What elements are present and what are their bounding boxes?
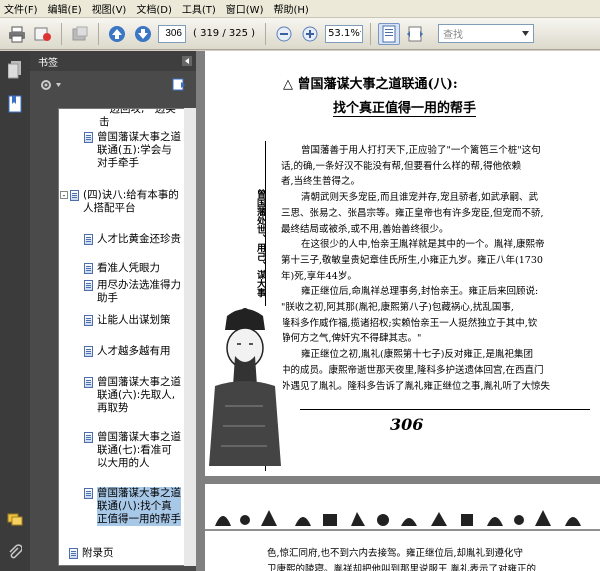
portrait-illustration [205, 306, 283, 466]
fit-width-button[interactable] [404, 23, 426, 45]
menu-view[interactable]: 视图(V) [92, 1, 127, 16]
page-gap [196, 476, 600, 484]
bookmark-icon [84, 432, 93, 443]
bookmark-item[interactable]: - (四)诀八:给有本事的人搭配平台 [60, 189, 179, 215]
expand-bookmark-icon [172, 78, 185, 90]
bookmark-item[interactable]: 曾国藩谋大事之道联通(七):看准可以大用的人 [84, 431, 181, 470]
bookmark-icon [84, 132, 93, 143]
menu-document[interactable]: 文档(D) [136, 1, 172, 16]
zoom-out-button[interactable] [273, 23, 295, 45]
bookmark-item[interactable]: 人才比黄金还珍贵 [84, 233, 181, 246]
collapse-toggle[interactable]: - [60, 191, 68, 200]
bookmark-item[interactable]: 看准人凭眼力 [84, 262, 181, 275]
menu-tools[interactable]: 工具(T) [182, 1, 216, 16]
bookmark-icon [69, 548, 78, 559]
menu-edit[interactable]: 编辑(E) [48, 1, 82, 16]
zoom-out-icon [276, 26, 292, 41]
bookmark-icon [84, 315, 93, 326]
zoom-level-value: 53.1% [328, 28, 360, 39]
prev-page-button[interactable] [106, 23, 128, 45]
gear-icon [41, 80, 51, 90]
bookmark-item[interactable]: 一边回攻,一边突击 [99, 109, 183, 129]
attachments-panel-button[interactable] [7, 543, 23, 561]
panel-header: 书签 [30, 51, 196, 71]
comment-icon [7, 513, 23, 526]
pages-panel-button[interactable] [7, 61, 23, 79]
navigation-strip [0, 51, 30, 571]
next-document-page[interactable]: 色,惊汇同府,也不到六内去接驾。雍正继位后,却胤礼到遵化守 卫康熙的陵寝。胤祥却… [205, 484, 600, 571]
bookmark-item[interactable]: 曾国藩谋大事之道联通(五):学会与对手牵手 [84, 131, 181, 170]
pages-icon [8, 61, 21, 79]
menu-file[interactable]: 文件(F) [4, 1, 38, 16]
options-button[interactable] [40, 79, 61, 91]
chevron-down-icon [56, 83, 61, 87]
arrow-up-icon [109, 25, 125, 42]
bookmark-item[interactable]: 人才越多越有用 [84, 345, 181, 358]
bookmark-icon [84, 234, 93, 245]
paperclip-icon [9, 544, 22, 559]
separator [98, 22, 99, 45]
bookmark-icon [84, 488, 93, 499]
bookmark-icon [84, 346, 93, 357]
separator [61, 22, 62, 45]
page-count: ( 319 / 325 ) [193, 28, 256, 39]
fit-width-icon [407, 26, 424, 41]
bookmark-item[interactable]: 让能人出谋划策 [84, 314, 181, 327]
email-button[interactable] [32, 23, 54, 45]
panel-tools [30, 71, 196, 99]
next-page-button[interactable] [132, 23, 154, 45]
page-number-input[interactable] [158, 24, 186, 43]
expand-bookmark-button[interactable] [172, 77, 186, 94]
bookmark-icon [84, 377, 93, 388]
search-placeholder: 查找 [443, 30, 464, 41]
page-rule [300, 409, 590, 410]
bookmark-item[interactable]: 用尽办法选准得力助手 [84, 279, 181, 305]
panel-title: 书签 [38, 57, 58, 69]
separator [265, 22, 267, 45]
chevron-down-icon [522, 31, 530, 36]
search-input[interactable]: 查找 [438, 24, 535, 43]
fit-page-button[interactable] [378, 22, 401, 45]
body-text: 曾国藩善于用人打打天下,正应验了"一个篱笆三个桩"这句 话,的确,一条好汉不能没… [281, 145, 551, 392]
menu-help[interactable]: 帮助(H) [273, 1, 308, 16]
attach-icon [72, 26, 88, 40]
page-number: 306 [390, 415, 424, 434]
comments-panel-button[interactable] [7, 511, 23, 529]
bookmark-icon [84, 263, 93, 274]
document-frame [196, 51, 205, 571]
arrow-down-icon [135, 25, 151, 42]
bookmark-icon [84, 280, 93, 291]
side-title: 曾国藩处世、用己、谋大事 [255, 189, 265, 297]
bookmark-item[interactable]: 曾国藩谋大事之道联通(六):先取人,再取势 [84, 376, 181, 415]
bookmark-scrollbar[interactable] [184, 108, 196, 566]
decorative-border-illustration [205, 510, 600, 531]
separator [370, 22, 372, 45]
attach-button[interactable] [69, 23, 91, 45]
bookmarks-icon [8, 95, 22, 113]
zoom-in-icon [302, 26, 318, 41]
fit-page-icon [382, 25, 396, 42]
bookmarks-panel: 书签 一边回攻,一边突击 曾国藩谋大事之道联通(五):学会与对手牵手 - (四)… [30, 51, 208, 571]
bookmarks-panel-button[interactable] [7, 95, 23, 113]
chapter-subheading: 找个真正值得一用的帮手 [333, 97, 477, 117]
menu-window[interactable]: 窗口(W) [226, 1, 264, 16]
next-page-text: 色,惊汇同府,也不到六内去接驾。雍正继位后,却胤礼到遵化守 卫康熙的陵寝。胤祥却… [267, 548, 537, 571]
bookmark-icon [70, 190, 79, 201]
print-icon [9, 26, 25, 42]
bookmark-item[interactable]: 附录页 [69, 547, 166, 560]
collapse-panel-icon[interactable] [182, 56, 192, 66]
document-page[interactable]: △ 曾国藩谋大事之道联通(八): 找个真正值得一用的帮手 曾国藩处世、用己、谋大… [205, 51, 600, 476]
toolbar: ( 319 / 325 ) 53.1% 查找 [0, 18, 600, 50]
bookmark-item-selected[interactable]: 曾国藩谋大事之道联通(八):找个真正值得一用的帮手 [84, 487, 181, 526]
zoom-level-field[interactable]: 53.1% [325, 24, 364, 43]
print-button[interactable] [6, 23, 28, 45]
zoom-in-button[interactable] [299, 23, 321, 45]
menu-bar: 文件(F) 编辑(E) 视图(V) 文档(D) 工具(T) 窗口(W) 帮助(H… [0, 0, 600, 18]
email-icon [34, 27, 51, 41]
chapter-heading: △ 曾国藩谋大事之道联通(八): [283, 77, 458, 92]
